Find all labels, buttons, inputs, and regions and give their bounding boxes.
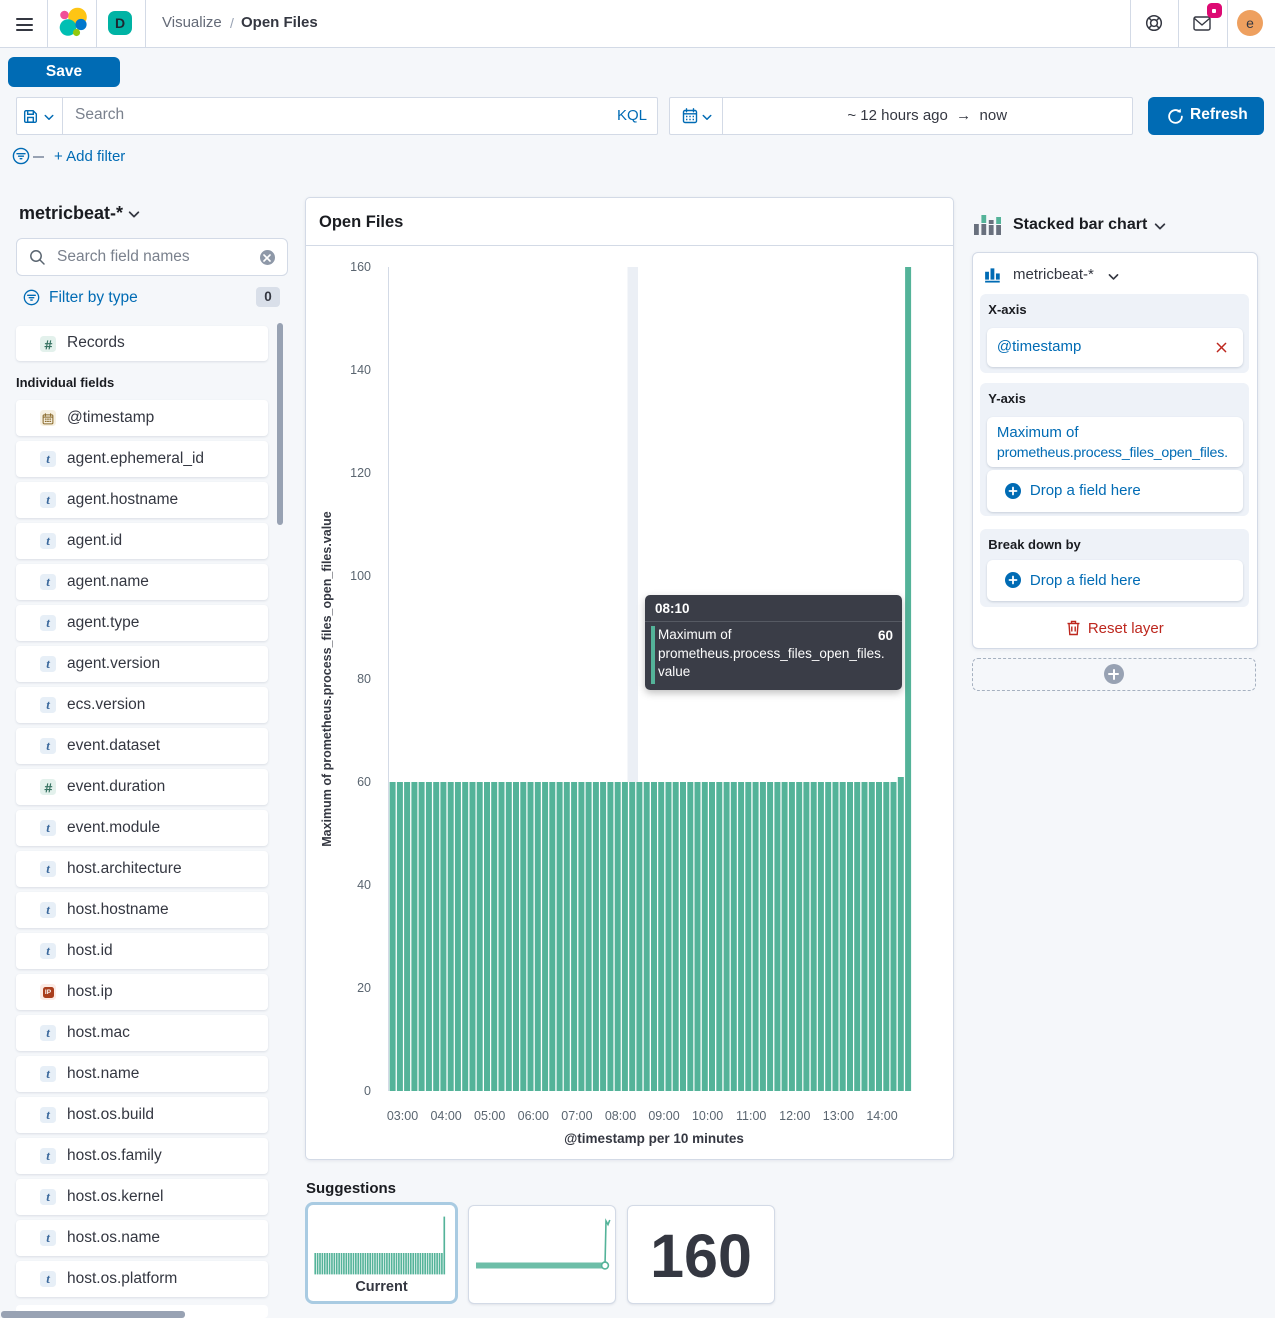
svg-text:Maximum of prometheus.process_: Maximum of prometheus.process_files_open… xyxy=(320,511,334,847)
svg-text:06:00: 06:00 xyxy=(518,1109,549,1123)
svg-text:08:00: 08:00 xyxy=(605,1109,636,1123)
svg-text:10:00: 10:00 xyxy=(692,1109,723,1123)
svg-text:60: 60 xyxy=(357,775,371,789)
svg-text:05:00: 05:00 xyxy=(474,1109,505,1123)
svg-text:0: 0 xyxy=(364,1084,371,1098)
svg-text:04:00: 04:00 xyxy=(430,1109,461,1123)
svg-text:12:00: 12:00 xyxy=(779,1109,810,1123)
svg-text:20: 20 xyxy=(357,981,371,995)
svg-text:120: 120 xyxy=(350,466,371,480)
svg-text:140: 140 xyxy=(350,363,371,377)
svg-text:11:00: 11:00 xyxy=(736,1109,766,1123)
svg-text:14:00: 14:00 xyxy=(866,1109,897,1123)
svg-text:160: 160 xyxy=(350,260,371,274)
svg-text:@timestamp per 10 minutes: @timestamp per 10 minutes xyxy=(564,1131,744,1146)
svg-text:09:00: 09:00 xyxy=(648,1109,679,1123)
svg-text:13:00: 13:00 xyxy=(823,1109,854,1123)
svg-text:07:00: 07:00 xyxy=(561,1109,592,1123)
svg-text:80: 80 xyxy=(357,672,371,686)
svg-text:40: 40 xyxy=(357,878,371,892)
svg-text:03:00: 03:00 xyxy=(387,1109,418,1123)
svg-text:100: 100 xyxy=(350,569,371,583)
